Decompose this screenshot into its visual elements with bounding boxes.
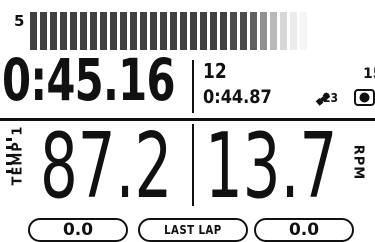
right-lap-delta-value: 0.0 — [288, 220, 320, 240]
left-lap-delta[interactable]: 0.0 — [28, 218, 128, 242]
last-lap-label: LAST LAP — [164, 223, 222, 237]
lap-count: 12 — [203, 59, 227, 83]
record-icon — [354, 89, 375, 106]
lap-bar — [200, 12, 207, 50]
gauge-divider — [192, 124, 194, 206]
lap-bar — [280, 12, 287, 50]
lap-bar — [300, 12, 307, 50]
current-lap-time: 0:45.16 — [2, 46, 176, 114]
timer-divider — [192, 60, 194, 113]
right-lap-delta[interactable]: 0.0 — [254, 218, 354, 242]
satellite-count: 23 — [323, 91, 339, 105]
bar-strip-curve — [260, 34, 375, 58]
lap-bar — [140, 12, 147, 50]
lap-bar — [240, 12, 247, 50]
lap-bar — [170, 12, 177, 50]
lap-bar — [230, 12, 237, 50]
lap-timer-screen: 5 0:45.16 12 0:44.87 15 23 TEMP 1 87.2 1… — [0, 0, 375, 242]
temp-value: 87.2 — [40, 114, 173, 219]
lap-bar — [180, 12, 187, 50]
last-lap-button[interactable]: LAST LAP — [138, 218, 248, 242]
previous-lap-time: 0:44.87 — [203, 86, 272, 108]
lap-bar — [290, 12, 297, 50]
lap-bar — [150, 12, 157, 50]
corner-value: 15 — [363, 66, 375, 82]
lap-bar — [220, 12, 227, 50]
left-lap-delta-value: 0.0 — [62, 220, 94, 240]
lap-bar — [270, 12, 277, 50]
lap-bar — [160, 12, 167, 50]
rpm-label: RPM — [350, 144, 366, 181]
lap-bar — [210, 12, 217, 50]
rpm-value: 13.7 — [205, 114, 338, 219]
lap-bar — [250, 12, 257, 50]
temp-label: TEMP 1 — [10, 125, 26, 186]
lap-bar — [190, 12, 197, 50]
lap-number: 5 — [14, 12, 25, 30]
lap-bar — [260, 12, 267, 50]
